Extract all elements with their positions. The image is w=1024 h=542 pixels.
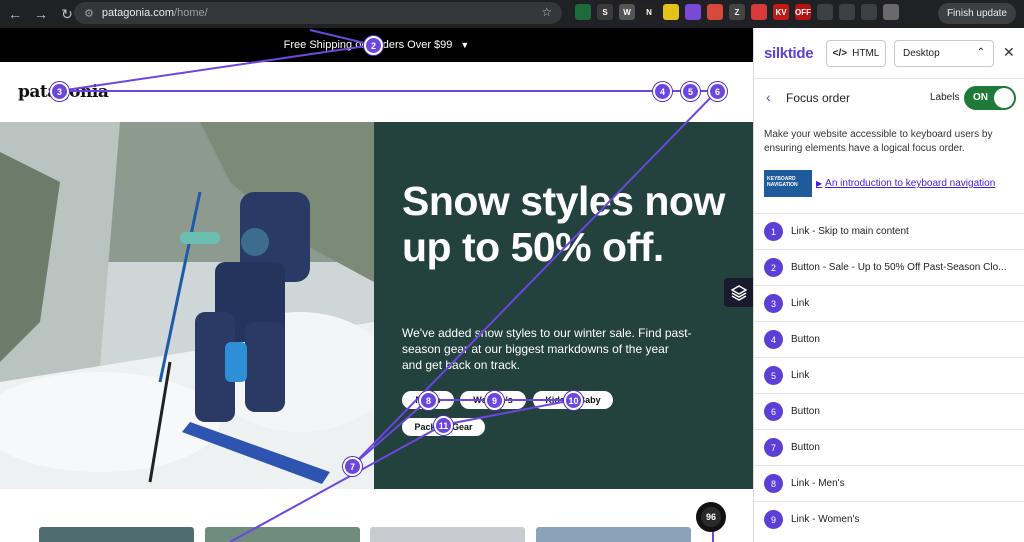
extensions-bar: S W N Z KV OFF <box>575 4 899 20</box>
focus-order-item[interactable]: 3 Link <box>754 285 1024 321</box>
hero-photo-skier <box>0 122 374 489</box>
silktide-logo: silktide <box>764 44 814 62</box>
url-host: patagonia.com <box>101 7 175 19</box>
video-thumbnail-text: KEYBOARD NAVIGATION <box>767 176 798 188</box>
n-icon[interactable]: N <box>641 4 657 20</box>
promo-text: Free Shipping on Orders Over $99 <box>283 39 453 51</box>
promo-bar[interactable]: Free Shipping on Orders Over $99 ▼ <box>0 28 753 62</box>
product-card[interactable] <box>536 527 691 542</box>
focus-order-label: Button - Sale - Up to 50% Off Past-Seaso… <box>791 262 1007 273</box>
gear-icon[interactable] <box>685 4 701 20</box>
s-icon[interactable]: S <box>597 4 613 20</box>
bookmark-star-icon[interactable]: ☆ <box>541 5 552 19</box>
silktide-toggle-tab[interactable] <box>724 278 753 307</box>
focus-order-item[interactable]: 2 Button - Sale - Up to 50% Off Past-Seas… <box>754 249 1024 285</box>
patagonia-logo[interactable]: patagonia <box>18 82 109 102</box>
device-select-value: Desktop <box>903 48 940 59</box>
video-thumbnail[interactable]: KEYBOARD NAVIGATION <box>764 170 812 197</box>
w-icon[interactable]: W <box>619 4 635 20</box>
product-card[interactable] <box>205 527 360 542</box>
hero-photo-svg <box>0 122 374 489</box>
puzzle-icon[interactable] <box>817 4 833 20</box>
chevron-up-icon: ⌃ <box>976 47 985 58</box>
focus-order-item[interactable]: 1 Link - Skip to main content <box>754 213 1024 249</box>
chip-kids-baby[interactable]: Kids' & Baby <box>533 391 613 409</box>
focus-order-number: 2 <box>764 258 783 277</box>
focus-order-label: Link - Skip to main content <box>791 226 909 237</box>
focus-order-number: 6 <box>764 402 783 421</box>
labels-label: Labels <box>930 92 960 103</box>
focus-order-item[interactable]: 9 Link - Women's <box>754 501 1024 537</box>
product-card[interactable] <box>39 527 194 542</box>
focus-order-number: 9 <box>764 510 783 529</box>
product-card[interactable] <box>370 527 525 542</box>
url-path: /home/ <box>174 7 208 19</box>
labels-toggle[interactable]: ON <box>964 86 1016 110</box>
focus-order-number: 7 <box>764 438 783 457</box>
kv-icon[interactable]: KV <box>773 4 789 20</box>
code-icon: </> <box>832 48 848 59</box>
html-button-label: HTML <box>852 48 880 59</box>
video-link-label: An introduction to keyboard navigation <box>825 178 996 189</box>
site-info-icon[interactable]: ⚙ <box>84 7 94 20</box>
video-link[interactable]: ▶ An introduction to keyboard navigation <box>816 178 995 189</box>
focus-order-label: Link - Women's <box>791 514 860 525</box>
download-icon[interactable] <box>861 4 877 20</box>
chevron-down-icon: ▼ <box>460 40 470 50</box>
focus-order-item[interactable]: 5 Link <box>754 357 1024 393</box>
chip-packs-gear[interactable]: Packs & Gear <box>402 418 485 436</box>
back-chevron-icon[interactable]: ‹ <box>766 89 771 105</box>
chip-womens[interactable]: Women's <box>460 391 526 409</box>
tv-icon[interactable] <box>663 4 679 20</box>
forward-icon[interactable]: → <box>30 3 52 25</box>
browser-toolbar: ← → ↻ ⚙ patagonia.com/home/ ☆ S W N Z KV OFF … <box>0 0 1024 28</box>
chip-mens[interactable]: Men's <box>402 391 454 409</box>
focus-order-label: Link <box>791 370 810 381</box>
close-icon[interactable]: ✕ <box>1003 44 1015 61</box>
toggle-knob <box>994 88 1014 108</box>
address-bar[interactable]: ⚙ patagonia.com/home/ ☆ <box>74 2 562 24</box>
focus-order-label: Button <box>791 334 820 345</box>
hero-banner: Snow styles now up to 50% off. We've add… <box>0 122 753 489</box>
focus-order-number: 4 <box>764 330 783 349</box>
focus-order-number: 1 <box>764 222 783 241</box>
focus-order-item[interactable]: 8 Link - Men's <box>754 465 1024 501</box>
focus-order-item[interactable]: 7 Button <box>754 429 1024 465</box>
site-header: patagonia <box>0 62 753 122</box>
focus-order-number: 3 <box>764 294 783 313</box>
hero-description: We've added snow styles to our winter sa… <box>402 326 692 372</box>
z-icon[interactable]: Z <box>729 4 745 20</box>
profile-icon[interactable] <box>883 4 899 20</box>
html-button[interactable]: </> HTML <box>826 40 886 67</box>
patagonia-page: Free Shipping on Orders Over $99 ▼ patag… <box>0 28 753 542</box>
focus-order-label: Link <box>791 298 810 309</box>
off-icon[interactable]: OFF <box>795 4 811 20</box>
layers-icon <box>730 284 747 301</box>
cast-icon[interactable] <box>839 4 855 20</box>
intro-text: Make your website accessible to keyboard… <box>764 129 993 154</box>
focus-order-header: ‹ Focus order Labels ON <box>754 79 1024 119</box>
panel-title: Focus order <box>786 91 851 105</box>
url-text: patagonia.com/home/ <box>102 7 208 19</box>
back-icon[interactable]: ← <box>4 3 26 25</box>
focus-order-number: 5 <box>764 366 783 385</box>
flag-icon[interactable] <box>751 4 767 20</box>
focus-order-item[interactable]: 6 Button <box>754 393 1024 429</box>
hero-title: Snow styles now up to 50% off. <box>402 178 725 270</box>
color-icon[interactable] <box>707 4 723 20</box>
device-select[interactable]: Desktop ⌃ <box>894 40 994 67</box>
product-cards-row <box>0 527 753 542</box>
focus-order-label: Button <box>791 406 820 417</box>
focus-order-label: Link - Men's <box>791 478 845 489</box>
play-icon: ▶ <box>816 179 823 188</box>
silktide-panel: silktide </> HTML Desktop ⌃ ✕ ‹ Focus or… <box>753 28 1024 542</box>
focus-order-number: 8 <box>764 474 783 493</box>
finish-update-button[interactable]: Finish update <box>937 3 1016 24</box>
focus-order-label: Button <box>791 442 820 453</box>
focus-order-item[interactable]: 4 Button <box>754 321 1024 357</box>
shield-icon[interactable] <box>575 4 591 20</box>
hero-text-panel: Snow styles now up to 50% off. We've add… <box>374 122 753 489</box>
toggle-state: ON <box>973 92 988 103</box>
focus-order-list: 1 Link - Skip to main content 2 Button - Sa… <box>754 213 1024 537</box>
